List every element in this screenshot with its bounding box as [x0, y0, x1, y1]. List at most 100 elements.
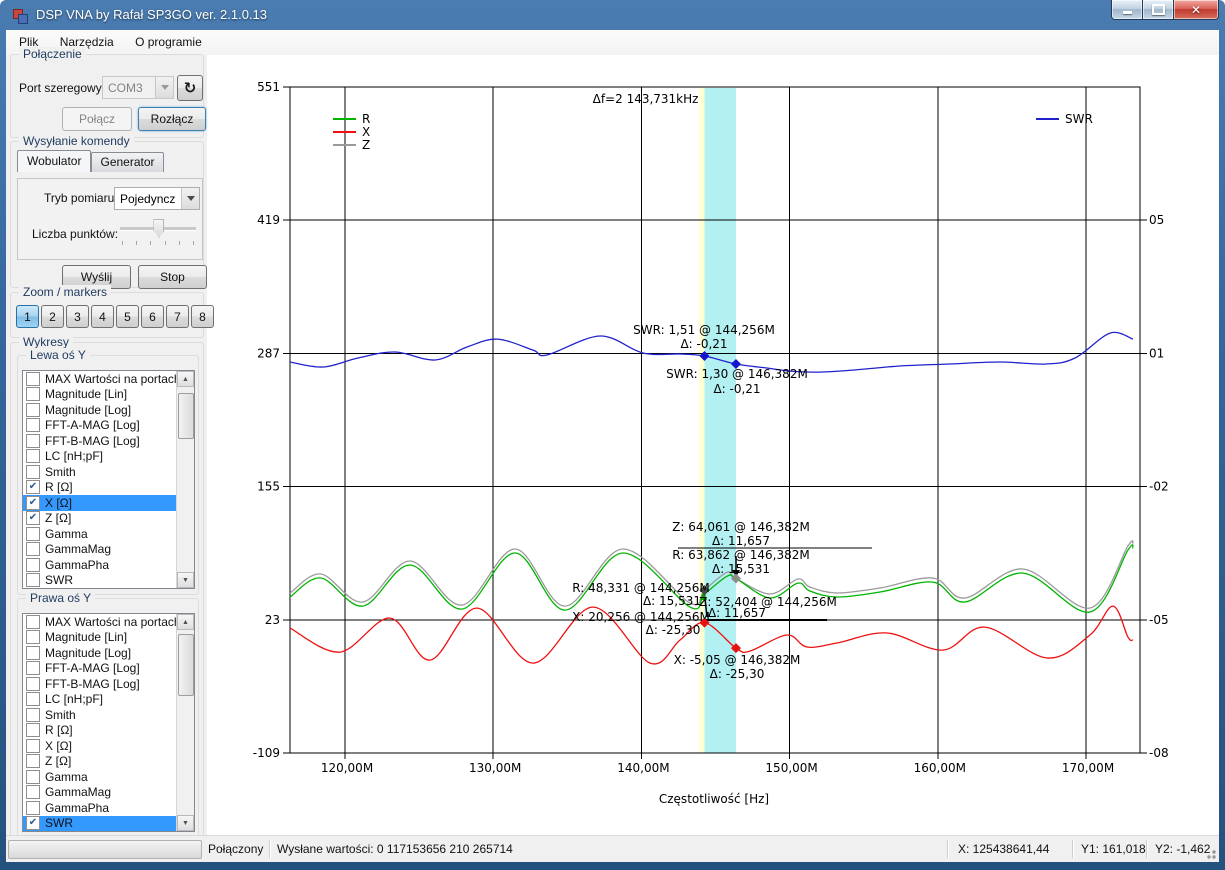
- checkbox-icon[interactable]: [26, 372, 40, 386]
- list-item[interactable]: X [Ω]: [23, 738, 194, 754]
- scrollbar[interactable]: ▲▼: [176, 371, 194, 588]
- checkbox-icon[interactable]: [26, 449, 40, 463]
- stop-button[interactable]: Stop: [138, 265, 207, 289]
- checkbox-checked-icon[interactable]: ✔: [26, 511, 40, 525]
- checkbox-icon[interactable]: [26, 403, 40, 417]
- marker-button-8[interactable]: 8: [191, 305, 214, 328]
- list-item[interactable]: GammaPha: [23, 557, 194, 573]
- list-item[interactable]: Magnitude [Lin]: [23, 387, 194, 403]
- connection-group-title: Połączenie: [19, 47, 86, 61]
- list-item[interactable]: Z [Ω]: [23, 754, 194, 770]
- list-item[interactable]: FFT-B-MAG [Log]: [23, 676, 194, 692]
- list-item[interactable]: MAX Wartości na portach ADC: [23, 371, 194, 387]
- tab-wobulator[interactable]: Wobulator: [17, 150, 91, 172]
- list-item[interactable]: GammaMag: [23, 785, 194, 801]
- checkbox-icon[interactable]: [26, 434, 40, 448]
- port-combobox-value: COM3: [103, 81, 155, 95]
- list-item[interactable]: Gamma: [23, 769, 194, 785]
- scrollbar[interactable]: ▲▼: [176, 614, 194, 831]
- measure-mode-drop[interactable]: [181, 188, 199, 209]
- marker-annotation: Δ: -25,30: [646, 623, 701, 637]
- checkbox-icon[interactable]: [26, 558, 40, 572]
- list-item[interactable]: R [Ω]: [23, 723, 194, 739]
- list-item[interactable]: Smith: [23, 464, 194, 480]
- list-item[interactable]: Gamma: [23, 526, 194, 542]
- marker-button-3[interactable]: 3: [66, 305, 89, 328]
- scroll-thumb[interactable]: [178, 393, 194, 439]
- checkbox-icon[interactable]: [26, 573, 40, 587]
- checkbox-icon[interactable]: [26, 739, 40, 753]
- list-item[interactable]: FFT-A-MAG [Log]: [23, 418, 194, 434]
- list-item[interactable]: ✔Z [Ω]: [23, 511, 194, 527]
- checkbox-icon[interactable]: [26, 770, 40, 784]
- checkbox-icon[interactable]: [26, 418, 40, 432]
- list-item[interactable]: GammaPha: [23, 800, 194, 816]
- left-axis-listbox[interactable]: MAX Wartości na portach ADCMagnitude [Li…: [22, 370, 195, 589]
- list-item[interactable]: FFT-B-MAG [Log]: [23, 433, 194, 449]
- list-item[interactable]: LC [nH;pF]: [23, 692, 194, 708]
- list-item-label: R [Ω]: [45, 480, 73, 494]
- refresh-ports-button[interactable]: ↻: [177, 75, 203, 101]
- list-item[interactable]: LC [nH;pF]: [23, 449, 194, 465]
- title-bar[interactable]: DSP VNA by Rafał SP3GO ver. 2.1.0.13 ✕: [0, 0, 1225, 30]
- checkbox-icon[interactable]: [26, 387, 40, 401]
- list-item[interactable]: ✔SWR: [23, 816, 194, 832]
- minimize-button[interactable]: [1111, 0, 1143, 20]
- checkbox-checked-icon[interactable]: ✔: [26, 496, 40, 510]
- marker-button-7[interactable]: 7: [166, 305, 189, 328]
- checkbox-icon[interactable]: [26, 630, 40, 644]
- checkbox-icon[interactable]: [26, 661, 40, 675]
- right-axis-listbox[interactable]: MAX Wartości na portach ADCMagnitude [Li…: [22, 613, 195, 832]
- tab-generator[interactable]: Generator: [91, 152, 163, 172]
- checkbox-icon[interactable]: [26, 692, 40, 706]
- y-axis-tick-label: 551: [257, 80, 280, 94]
- measure-mode-label: Tryb pomiaru:: [44, 191, 118, 205]
- marker-button-5[interactable]: 5: [116, 305, 139, 328]
- checkbox-icon[interactable]: [26, 465, 40, 479]
- scroll-up-icon[interactable]: ▲: [177, 371, 194, 387]
- marker-button-2[interactable]: 2: [41, 305, 64, 328]
- points-count-slider[interactable]: [120, 219, 196, 249]
- close-button[interactable]: ✕: [1174, 0, 1219, 20]
- list-item[interactable]: GammaMag: [23, 542, 194, 558]
- checkbox-checked-icon[interactable]: ✔: [26, 480, 40, 494]
- list-item[interactable]: SWR: [23, 573, 194, 589]
- list-item[interactable]: Smith: [23, 707, 194, 723]
- checkbox-icon[interactable]: [26, 615, 40, 629]
- checkbox-icon[interactable]: [26, 708, 40, 722]
- list-item[interactable]: Magnitude [Lin]: [23, 630, 194, 646]
- menu-o-programie[interactable]: O programie: [126, 30, 211, 49]
- maximize-button[interactable]: [1143, 0, 1174, 20]
- scroll-thumb[interactable]: [178, 634, 194, 696]
- checkbox-checked-icon[interactable]: ✔: [26, 816, 40, 830]
- list-item[interactable]: Magnitude [Log]: [23, 402, 194, 418]
- resize-grip[interactable]: [1204, 847, 1216, 859]
- port-combobox-drop[interactable]: [155, 77, 173, 98]
- list-item-label: Z [Ω]: [45, 754, 71, 768]
- checkbox-icon[interactable]: [26, 527, 40, 541]
- marker-button-6[interactable]: 6: [141, 305, 164, 328]
- marker-annotation: Δ: -0,21: [713, 382, 760, 396]
- checkbox-icon[interactable]: [26, 542, 40, 556]
- marker-button-1[interactable]: 1: [16, 305, 39, 328]
- measure-mode-combobox[interactable]: Pojedyncz: [114, 187, 200, 210]
- marker-button-4[interactable]: 4: [91, 305, 114, 328]
- scroll-down-icon[interactable]: ▼: [177, 815, 194, 831]
- checkbox-icon[interactable]: [26, 677, 40, 691]
- list-item[interactable]: MAX Wartości na portach ADC: [23, 614, 194, 630]
- port-combobox[interactable]: COM3: [102, 76, 174, 99]
- checkbox-icon[interactable]: [26, 646, 40, 660]
- list-item[interactable]: ✔X [Ω]: [23, 495, 194, 511]
- list-item[interactable]: FFT-A-MAG [Log]: [23, 661, 194, 677]
- slider-thumb[interactable]: [153, 219, 164, 238]
- list-item[interactable]: ✔ R [Ω]: [23, 480, 194, 496]
- connect-button[interactable]: Połącz: [62, 107, 132, 131]
- checkbox-icon[interactable]: [26, 801, 40, 815]
- checkbox-icon[interactable]: [26, 754, 40, 768]
- disconnect-button[interactable]: Rozłącz: [138, 107, 206, 131]
- list-item[interactable]: Magnitude [Log]: [23, 645, 194, 661]
- checkbox-icon[interactable]: [26, 723, 40, 737]
- scroll-down-icon[interactable]: ▼: [177, 572, 194, 588]
- scroll-up-icon[interactable]: ▲: [177, 614, 194, 630]
- checkbox-icon[interactable]: [26, 785, 40, 799]
